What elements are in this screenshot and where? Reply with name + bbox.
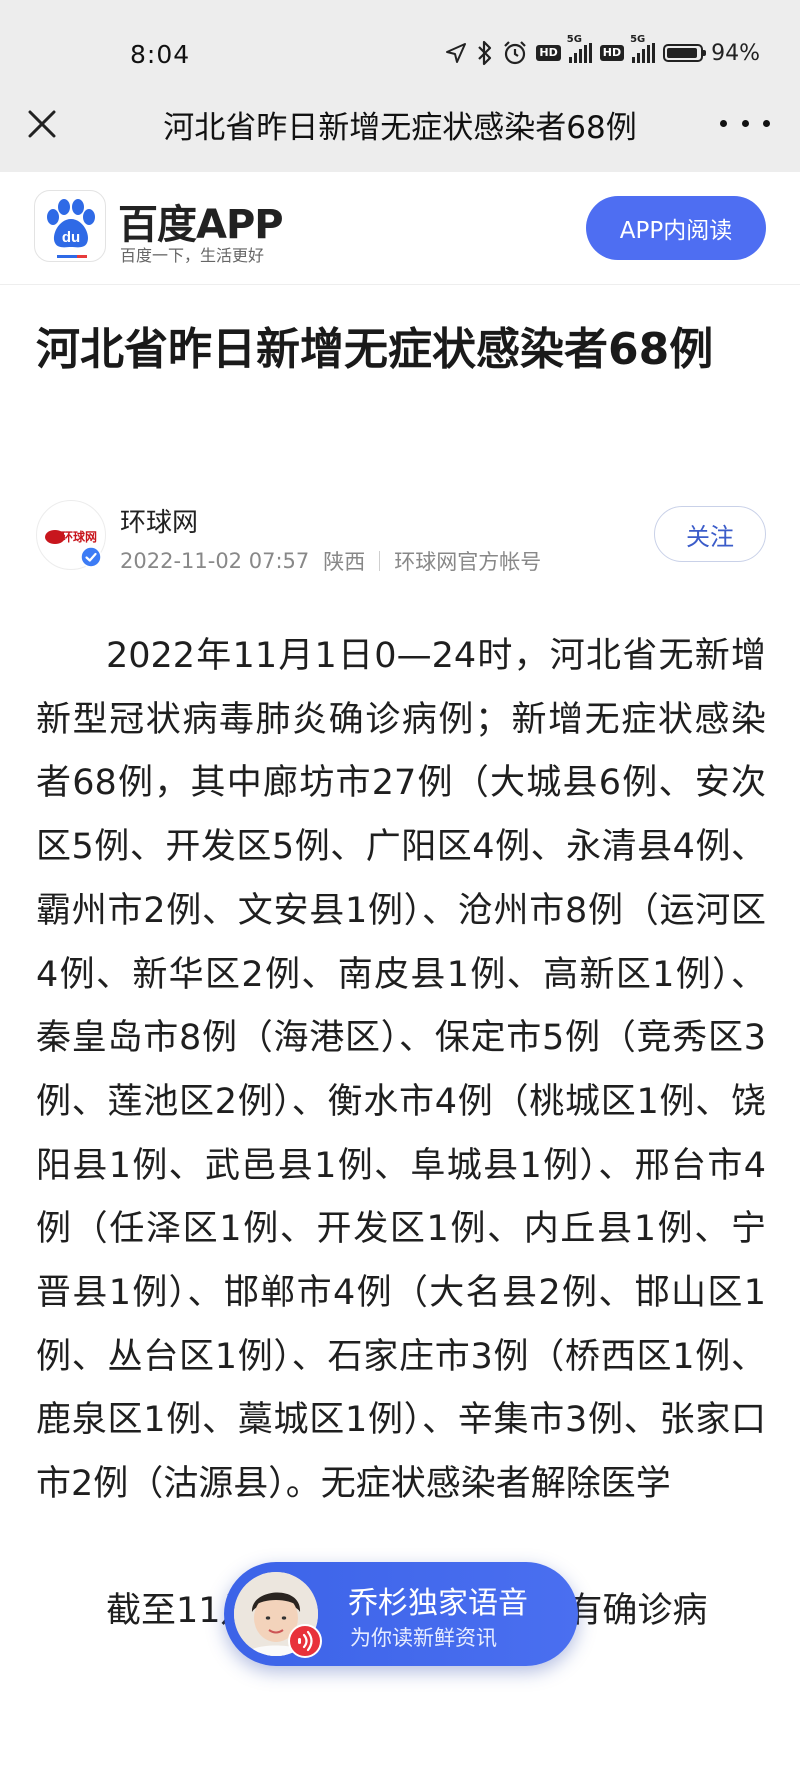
status-icons: HD 5G HD 5G 94%: [444, 34, 760, 68]
page-title: 河北省昨日新增无症状感染者68例: [163, 110, 637, 146]
voice-player-title: 乔杉独家语音: [348, 1586, 528, 1621]
baidu-slogan: 百度一下，生活更好: [120, 246, 265, 265]
meta-divider: [379, 551, 381, 571]
close-button[interactable]: [22, 104, 62, 144]
battery-percent: 94%: [711, 40, 760, 66]
follow-button[interactable]: 关注: [654, 506, 766, 562]
baidu-logo: du: [34, 190, 106, 262]
hd-badge: HD: [599, 45, 625, 61]
account-type: 环球网官方帐号: [394, 550, 542, 574]
article-meta: 2022-11-02 07:57 陕西 环球网官方帐号: [120, 546, 541, 576]
publish-region: 陕西: [323, 550, 366, 574]
author-name[interactable]: 环球网: [120, 502, 198, 539]
article-body: 2022年11月1日0—24时，河北省无新增新型冠状病毒肺炎确诊病例；新增无症状…: [36, 625, 766, 1644]
voice-reader-player[interactable]: 乔杉独家语音 为你读新鲜资讯: [224, 1562, 578, 1666]
hd-badge: HD: [536, 45, 561, 61]
svg-text:环球网: 环球网: [61, 529, 97, 544]
status-time: 8:04: [130, 40, 191, 69]
verified-icon: [80, 546, 102, 568]
paragraph: 2022年11月1日0—24时，河北省无新增新型冠状病毒肺炎确诊病例；新增无症状…: [36, 636, 766, 1505]
baidu-app-header: du 百度APP 百度一下，生活更好 APP内阅读: [0, 172, 800, 285]
voice-player-subtitle: 为你读新鲜资讯: [350, 1626, 497, 1650]
alarm-icon: [502, 40, 528, 66]
article-title: 河北省昨日新增无症状感染者68例: [36, 324, 714, 375]
close-icon: [28, 110, 56, 138]
top-bar: 8:04 HD 5G HD 5G 94% 河北省昨日新增无症状感染者68例: [0, 0, 800, 172]
signal-icon: 5G: [630, 34, 656, 63]
publish-date: 2022-11-02 07:57: [120, 549, 310, 573]
location-icon: [444, 41, 468, 65]
baidu-paw-icon: du: [47, 199, 95, 258]
signal-icon: 5G: [567, 34, 592, 63]
svg-text:du: du: [62, 229, 80, 246]
bluetooth-icon: [476, 40, 494, 66]
more-options-button[interactable]: [720, 108, 770, 138]
audio-wave-icon: [288, 1624, 322, 1658]
more-icon: [720, 119, 727, 127]
battery-icon: [663, 44, 707, 62]
read-in-app-button[interactable]: APP内阅读: [586, 196, 766, 260]
